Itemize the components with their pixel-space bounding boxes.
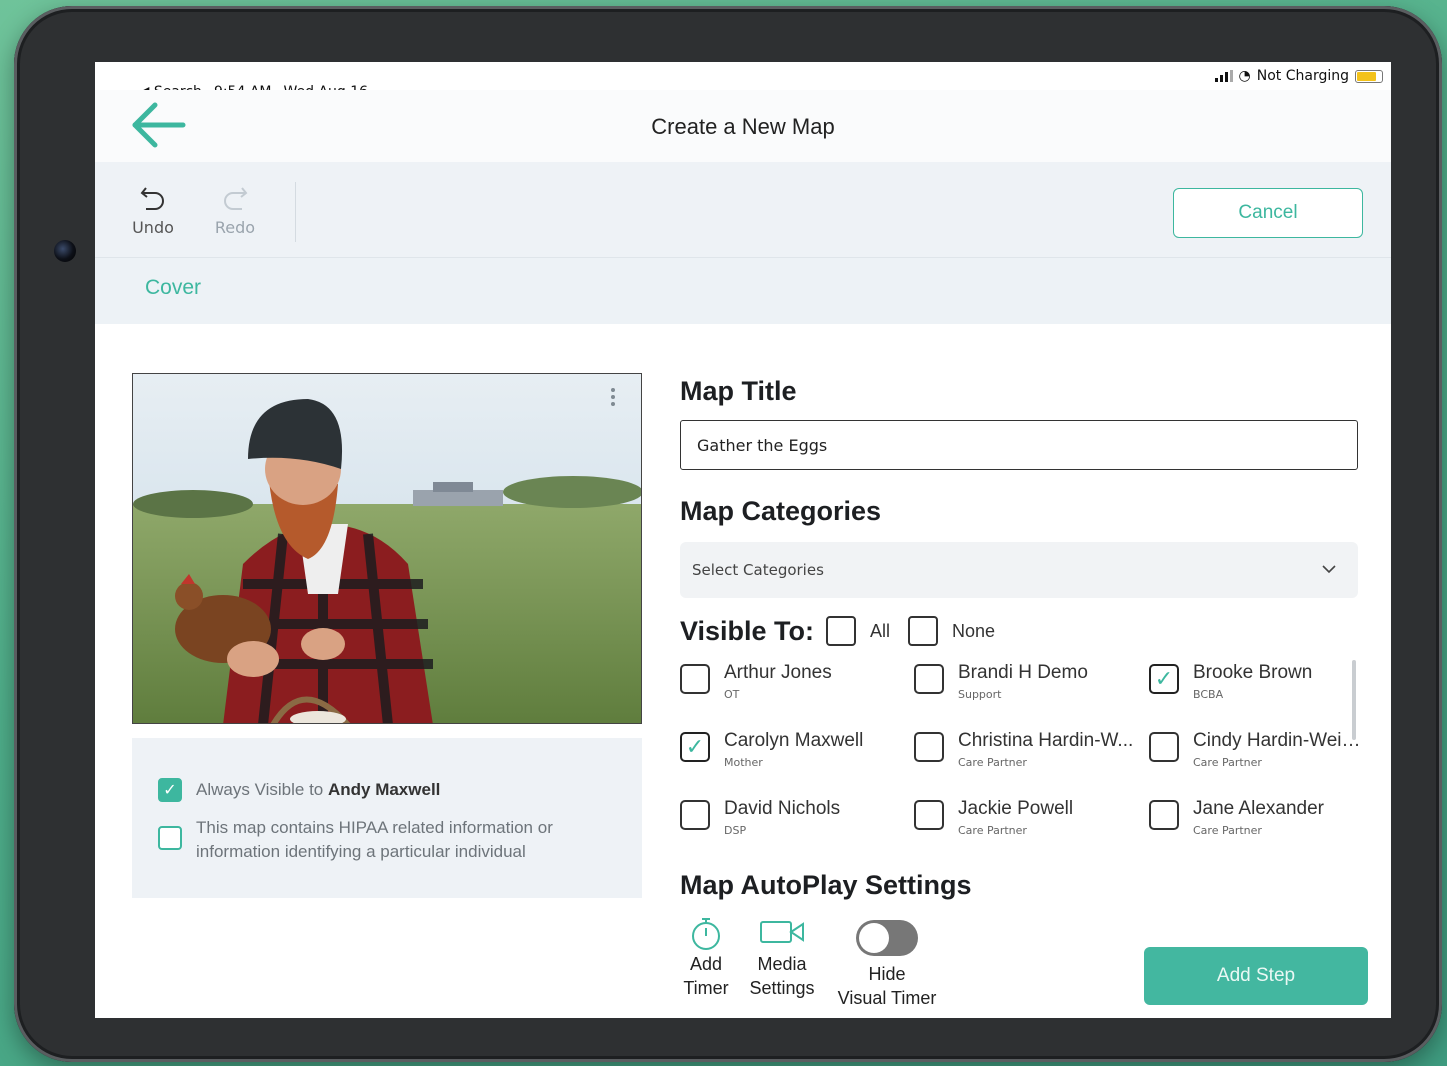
signal-icon xyxy=(1214,70,1233,82)
charging-status: Not Charging xyxy=(1256,68,1349,84)
always-visible-checkbox[interactable]: ✓ xyxy=(158,778,182,802)
people-scrollbar[interactable] xyxy=(1352,660,1356,740)
add-timer-button[interactable]: Add Timer xyxy=(680,916,732,1000)
person-checkbox[interactable] xyxy=(914,800,944,830)
person-checkbox-checked[interactable]: ✓ xyxy=(1149,664,1179,694)
all-label: All xyxy=(870,620,891,641)
categories-select[interactable]: Select Categories xyxy=(680,542,1358,598)
hipaa-checkbox[interactable] xyxy=(158,826,182,850)
media-settings-label-line1: Media xyxy=(757,954,807,974)
redo-button[interactable]: Redo xyxy=(205,182,265,237)
toggle-switch[interactable] xyxy=(856,920,918,956)
none-label: None xyxy=(952,620,996,641)
status-bar: ◀ Search9:54 AMWed Aug 16 ◔ Not Charging xyxy=(95,62,1391,100)
person-name: Arthur Jones xyxy=(724,662,832,683)
visible-none-option: None xyxy=(908,616,995,646)
person-david-nichols[interactable]: David Nichols DSP xyxy=(680,798,910,854)
cover-image[interactable] xyxy=(132,373,642,724)
person-role: DSP xyxy=(724,824,747,837)
none-checkbox[interactable] xyxy=(908,616,938,646)
stopwatch-icon xyxy=(680,916,732,952)
add-timer-label-line1: Add xyxy=(689,954,723,974)
person-checkbox[interactable] xyxy=(680,800,710,830)
person-carolyn-maxwell[interactable]: ✓ Carolyn Maxwell Mother xyxy=(680,730,910,786)
hide-visual-timer-label-line2: Visual Timer xyxy=(837,988,937,1008)
person-role: OT xyxy=(724,688,740,701)
person-name: Brooke Brown xyxy=(1193,662,1313,683)
all-checkbox[interactable] xyxy=(826,616,856,646)
person-name: Brandi H Demo xyxy=(958,662,1088,683)
page-title: Create a New Map xyxy=(651,114,835,139)
person-role: Care Partner xyxy=(958,824,1027,837)
autoplay-heading: Map AutoPlay Settings xyxy=(680,870,972,900)
person-name: David Nichols xyxy=(724,798,841,819)
undo-icon xyxy=(123,182,183,218)
person-checkbox[interactable] xyxy=(680,664,710,694)
undo-button[interactable]: Undo xyxy=(123,182,183,237)
person-christina-hardin[interactable]: Christina Hardin-W... Care Partner xyxy=(914,730,1144,786)
person-brooke-brown[interactable]: ✓ Brooke Brown BCBA xyxy=(1149,662,1379,718)
toolbar-divider xyxy=(295,182,296,242)
map-categories-heading: Map Categories xyxy=(680,496,882,526)
person-checkbox[interactable] xyxy=(1149,732,1179,762)
visible-all-option: All xyxy=(826,616,890,646)
redo-label: Redo xyxy=(214,218,256,237)
person-name: Jackie Powell xyxy=(958,798,1074,819)
person-name: Carolyn Maxwell xyxy=(724,730,864,751)
video-camera-icon xyxy=(742,916,822,952)
wifi-icon: ◔ xyxy=(1238,68,1251,84)
always-visible-label: Always Visible to Andy Maxwell xyxy=(196,780,441,799)
farmer-with-chicken-photo xyxy=(133,374,641,723)
person-name: Cindy Hardin-Weis... xyxy=(1193,730,1365,751)
hipaa-row: This map contains HIPAA related informat… xyxy=(158,816,616,864)
person-role: Care Partner xyxy=(1193,756,1262,769)
cover-options-panel: ✓ Always Visible to Andy Maxwell This ma… xyxy=(132,738,642,898)
hipaa-label: This map contains HIPAA related informat… xyxy=(196,818,553,861)
person-brandi-h-demo[interactable]: Brandi H Demo Support xyxy=(914,662,1144,718)
tablet-frame: ◀ Search9:54 AMWed Aug 16 ◔ Not Charging… xyxy=(14,6,1442,1062)
map-title-heading: Map Title xyxy=(680,376,797,406)
hide-visual-timer-label-line1: Hide xyxy=(868,964,906,984)
chevron-down-icon xyxy=(1322,560,1336,578)
hide-visual-timer-toggle[interactable]: Hide Visual Timer xyxy=(828,920,946,1010)
person-checkbox-checked[interactable]: ✓ xyxy=(680,732,710,762)
media-settings-label-line2: Settings xyxy=(749,978,815,998)
camera-lens xyxy=(54,240,76,262)
person-role: Support xyxy=(958,688,1002,701)
categories-placeholder: Select Categories xyxy=(692,561,824,579)
person-jane-alexander[interactable]: Jane Alexander Care Partner xyxy=(1149,798,1379,854)
app-screen: ◀ Search9:54 AMWed Aug 16 ◔ Not Charging… xyxy=(95,62,1391,1018)
title-bar: Create a New Map xyxy=(95,90,1391,162)
add-timer-label-line2: Timer xyxy=(683,978,729,998)
person-arthur-jones[interactable]: Arthur Jones OT xyxy=(680,662,910,718)
toolbar: Undo Redo Cancel xyxy=(95,162,1391,258)
person-checkbox[interactable] xyxy=(914,664,944,694)
tab-cover[interactable]: Cover xyxy=(145,276,201,300)
person-checkbox[interactable] xyxy=(1149,800,1179,830)
visible-to-heading: Visible To: xyxy=(680,616,815,646)
person-role: Care Partner xyxy=(958,756,1027,769)
media-settings-button[interactable]: Media Settings xyxy=(742,916,822,1000)
section-bar: Cover xyxy=(95,258,1391,324)
person-name: Jane Alexander xyxy=(1193,798,1324,819)
redo-icon xyxy=(205,182,265,218)
person-checkbox[interactable] xyxy=(914,732,944,762)
battery-icon xyxy=(1355,69,1383,83)
person-name: Christina Hardin-W... xyxy=(958,730,1134,751)
map-title-input[interactable] xyxy=(680,420,1358,470)
person-cindy-hardin[interactable]: Cindy Hardin-Weis... Care Partner xyxy=(1149,730,1379,786)
person-role: Mother xyxy=(724,756,763,769)
more-options-icon[interactable] xyxy=(603,388,623,412)
person-jackie-powell[interactable]: Jackie Powell Care Partner xyxy=(914,798,1144,854)
person-role: BCBA xyxy=(1193,688,1224,701)
add-step-button[interactable]: Add Step xyxy=(1144,947,1368,1005)
person-role: Care Partner xyxy=(1193,824,1262,837)
undo-label: Undo xyxy=(132,218,174,237)
always-visible-row: ✓ Always Visible to Andy Maxwell xyxy=(158,778,440,802)
cancel-button[interactable]: Cancel xyxy=(1173,188,1363,238)
